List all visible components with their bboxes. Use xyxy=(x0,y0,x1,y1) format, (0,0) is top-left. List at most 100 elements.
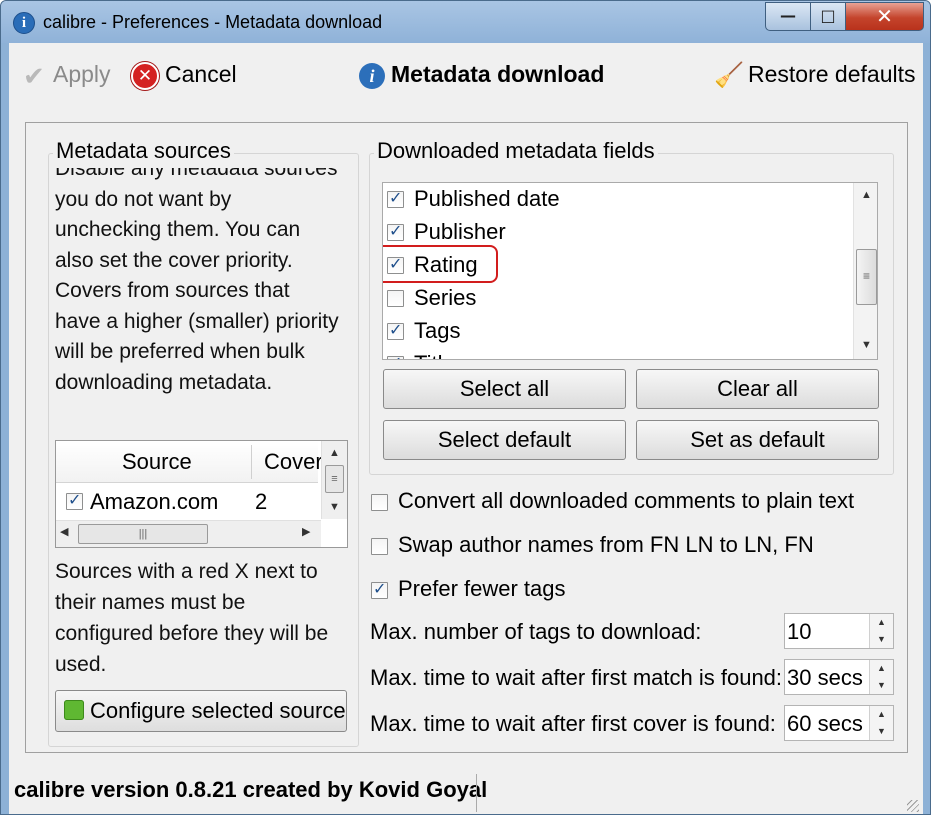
source-enabled-checkbox[interactable] xyxy=(66,490,83,510)
max-tags-spinbox[interactable]: 10 ▲ ▼ xyxy=(784,613,894,649)
wait-cover-spinbox[interactable]: 60 secs ▲ ▼ xyxy=(784,705,894,741)
scroll-thumb[interactable]: ≡ xyxy=(856,249,877,305)
resize-grip-icon[interactable] xyxy=(907,800,919,812)
max-tags-value[interactable]: 10 xyxy=(787,619,811,645)
select-all-label: Select all xyxy=(459,376,550,401)
field-checkbox[interactable] xyxy=(387,353,404,359)
set-as-default-button[interactable]: Set as default xyxy=(636,420,879,460)
page-heading-label: Metadata download xyxy=(391,61,605,87)
wait-match-spinbox[interactable]: 30 secs ▲ ▼ xyxy=(784,659,894,695)
scroll-down-arrow-icon[interactable]: ▼ xyxy=(854,333,877,357)
scroll-right-arrow-icon[interactable]: ▶ xyxy=(302,525,310,538)
sources-vertical-scrollbar[interactable]: ▲ ≡ ▼ xyxy=(321,441,347,519)
clear-all-button[interactable]: Clear all xyxy=(636,369,879,409)
wait-match-label: Max. time to wait after first match is f… xyxy=(370,665,783,690)
field-label: Tags xyxy=(414,318,461,343)
list-item[interactable]: Title xyxy=(383,348,853,359)
list-item[interactable]: Series xyxy=(383,282,853,315)
field-checkbox[interactable] xyxy=(387,188,404,208)
swap-author-label: Swap author names from FN LN to LN, FN xyxy=(398,532,814,557)
horizontal-scroll-thumb[interactable]: ||| xyxy=(78,524,208,544)
sources-horizontal-scrollbar[interactable]: ◀ ||| ▶ xyxy=(56,520,321,547)
max-tags-label: Max. number of tags to download: xyxy=(370,619,702,644)
scroll-up-arrow-icon[interactable]: ▲ xyxy=(322,441,347,465)
sources-table[interactable]: Source Cover Amazon.com 2 ▲ ≡ ▼ xyxy=(55,440,348,548)
source-name: Amazon.com xyxy=(90,489,219,514)
field-checkbox[interactable] xyxy=(387,254,404,274)
status-divider xyxy=(476,774,477,812)
description-line: also set the cover priority. xyxy=(55,248,293,272)
scroll-left-arrow-icon[interactable]: ◀ xyxy=(60,525,68,538)
sources-table-header: Source Cover xyxy=(56,441,323,483)
field-label: Rating xyxy=(414,252,478,277)
column-header-cover[interactable]: Cover xyxy=(264,449,323,475)
scroll-up-arrow-icon[interactable]: ▲ xyxy=(854,183,877,207)
note-line: configured before they will be xyxy=(55,622,329,645)
minimize-button[interactable]: — xyxy=(765,2,811,31)
select-default-button[interactable]: Select default xyxy=(383,420,626,460)
description-line: will be preferred when bulk xyxy=(55,340,305,363)
table-row[interactable]: Amazon.com 2 xyxy=(56,484,318,520)
spin-up-arrow-icon[interactable]: ▲ xyxy=(870,706,893,723)
apply-button[interactable]: ✔ Apply xyxy=(23,61,111,89)
spin-down-arrow-icon[interactable]: ▼ xyxy=(870,631,893,648)
spin-down-arrow-icon[interactable]: ▼ xyxy=(870,723,893,740)
field-checkbox[interactable] xyxy=(387,221,404,241)
status-bar: calibre version 0.8.21 created by Kovid … xyxy=(9,772,923,814)
set-as-default-label: Set as default xyxy=(690,427,825,452)
configure-source-button[interactable]: Configure selected source xyxy=(55,690,347,732)
cancel-x-icon: ✕ xyxy=(131,61,159,90)
fields-vertical-scrollbar[interactable]: ▲ ≡ ▼ xyxy=(853,183,877,359)
spin-buttons[interactable]: ▲ ▼ xyxy=(869,660,893,694)
plain-text-checkbox[interactable] xyxy=(371,494,388,511)
description-line: Covers from sources that xyxy=(55,279,290,302)
spin-buttons[interactable]: ▲ ▼ xyxy=(869,706,893,740)
cancel-button[interactable]: ✕ Cancel xyxy=(131,61,237,90)
info-icon: i xyxy=(359,62,385,89)
plugin-puzzle-icon xyxy=(64,700,84,721)
source-cover-priority[interactable]: 2 xyxy=(255,489,267,515)
spin-down-arrow-icon[interactable]: ▼ xyxy=(870,677,893,694)
restore-defaults-label: Restore defaults xyxy=(748,61,916,87)
list-item[interactable]: Rating xyxy=(383,245,853,283)
field-label: Series xyxy=(414,285,477,310)
cancel-label: Cancel xyxy=(165,61,237,87)
field-checkbox[interactable] xyxy=(387,320,404,340)
restore-defaults-button[interactable]: 🧹 Restore defaults xyxy=(714,61,915,90)
list-item[interactable]: Tags xyxy=(383,315,853,348)
scroll-down-arrow-icon[interactable]: ▼ xyxy=(322,495,347,519)
scroll-thumb[interactable]: ≡ xyxy=(325,465,344,493)
configure-source-label: Configure selected source xyxy=(90,698,346,723)
fields-list[interactable]: Published date Publisher Rating Series xyxy=(382,182,878,360)
wait-match-value[interactable]: 30 secs xyxy=(787,665,863,691)
wait-cover-row: Max. time to wait after first cover is f… xyxy=(370,705,900,741)
wait-cover-label: Max. time to wait after first cover is f… xyxy=(370,711,776,736)
settings-panel: Metadata sources Disable any metadata so… xyxy=(25,122,908,753)
description-line: Disable any metadata sources xyxy=(55,168,338,180)
max-tags-row: Max. number of tags to download: 10 ▲ ▼ xyxy=(370,613,900,649)
broom-icon: 🧹 xyxy=(714,61,744,89)
metadata-sources-title: Metadata sources xyxy=(53,138,234,164)
wait-match-row: Max. time to wait after first match is f… xyxy=(370,659,900,695)
description-line: downloading metadata. xyxy=(55,370,273,394)
column-divider[interactable] xyxy=(251,445,252,479)
field-checkbox[interactable] xyxy=(387,290,404,307)
downloaded-fields-title: Downloaded metadata fields xyxy=(374,138,658,164)
wait-cover-value[interactable]: 60 secs xyxy=(787,711,863,737)
spin-up-arrow-icon[interactable]: ▲ xyxy=(870,660,893,677)
title-bar[interactable]: i calibre - Preferences - Metadata downl… xyxy=(1,1,930,43)
calibre-app-icon: i xyxy=(13,12,35,34)
column-header-source[interactable]: Source xyxy=(122,449,192,475)
dialog-body: ✔ Apply ✕ Cancel i Metadata download 🧹 Resto… xyxy=(9,43,923,814)
swap-author-checkbox[interactable] xyxy=(371,538,388,555)
spin-buttons[interactable]: ▲ ▼ xyxy=(869,614,893,648)
select-default-label: Select default xyxy=(437,427,572,452)
fewer-tags-checkbox[interactable] xyxy=(371,579,388,599)
note-line: their names must be xyxy=(55,591,246,614)
list-item[interactable]: Published date xyxy=(383,183,853,216)
spin-up-arrow-icon[interactable]: ▲ xyxy=(870,614,893,631)
description-line: you do not want by xyxy=(55,187,232,211)
select-all-button[interactable]: Select all xyxy=(383,369,626,409)
close-button[interactable]: ✕ xyxy=(845,2,924,31)
maximize-button[interactable]: □ xyxy=(810,2,846,31)
